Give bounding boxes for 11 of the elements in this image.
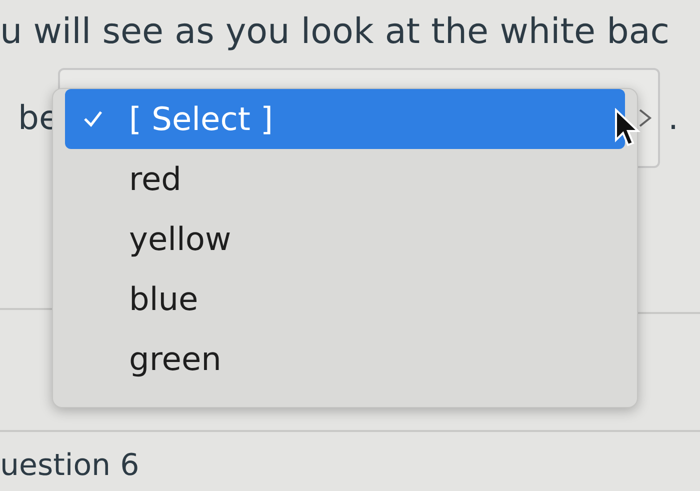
check-icon [83,110,103,128]
question-text: u will see as you look at the white bac [0,12,670,52]
dropdown-option[interactable]: yellow [65,209,625,269]
cursor-icon [614,108,642,148]
period-text: . [668,98,678,137]
dropdown-option[interactable]: red [65,149,625,209]
dropdown-option[interactable]: blue [65,269,625,329]
dropdown-option[interactable]: [ Select ] [65,89,625,149]
chevron-icon [638,108,652,128]
dropdown-option[interactable]: green [65,329,625,389]
question-heading: uestion 6 [0,448,140,483]
